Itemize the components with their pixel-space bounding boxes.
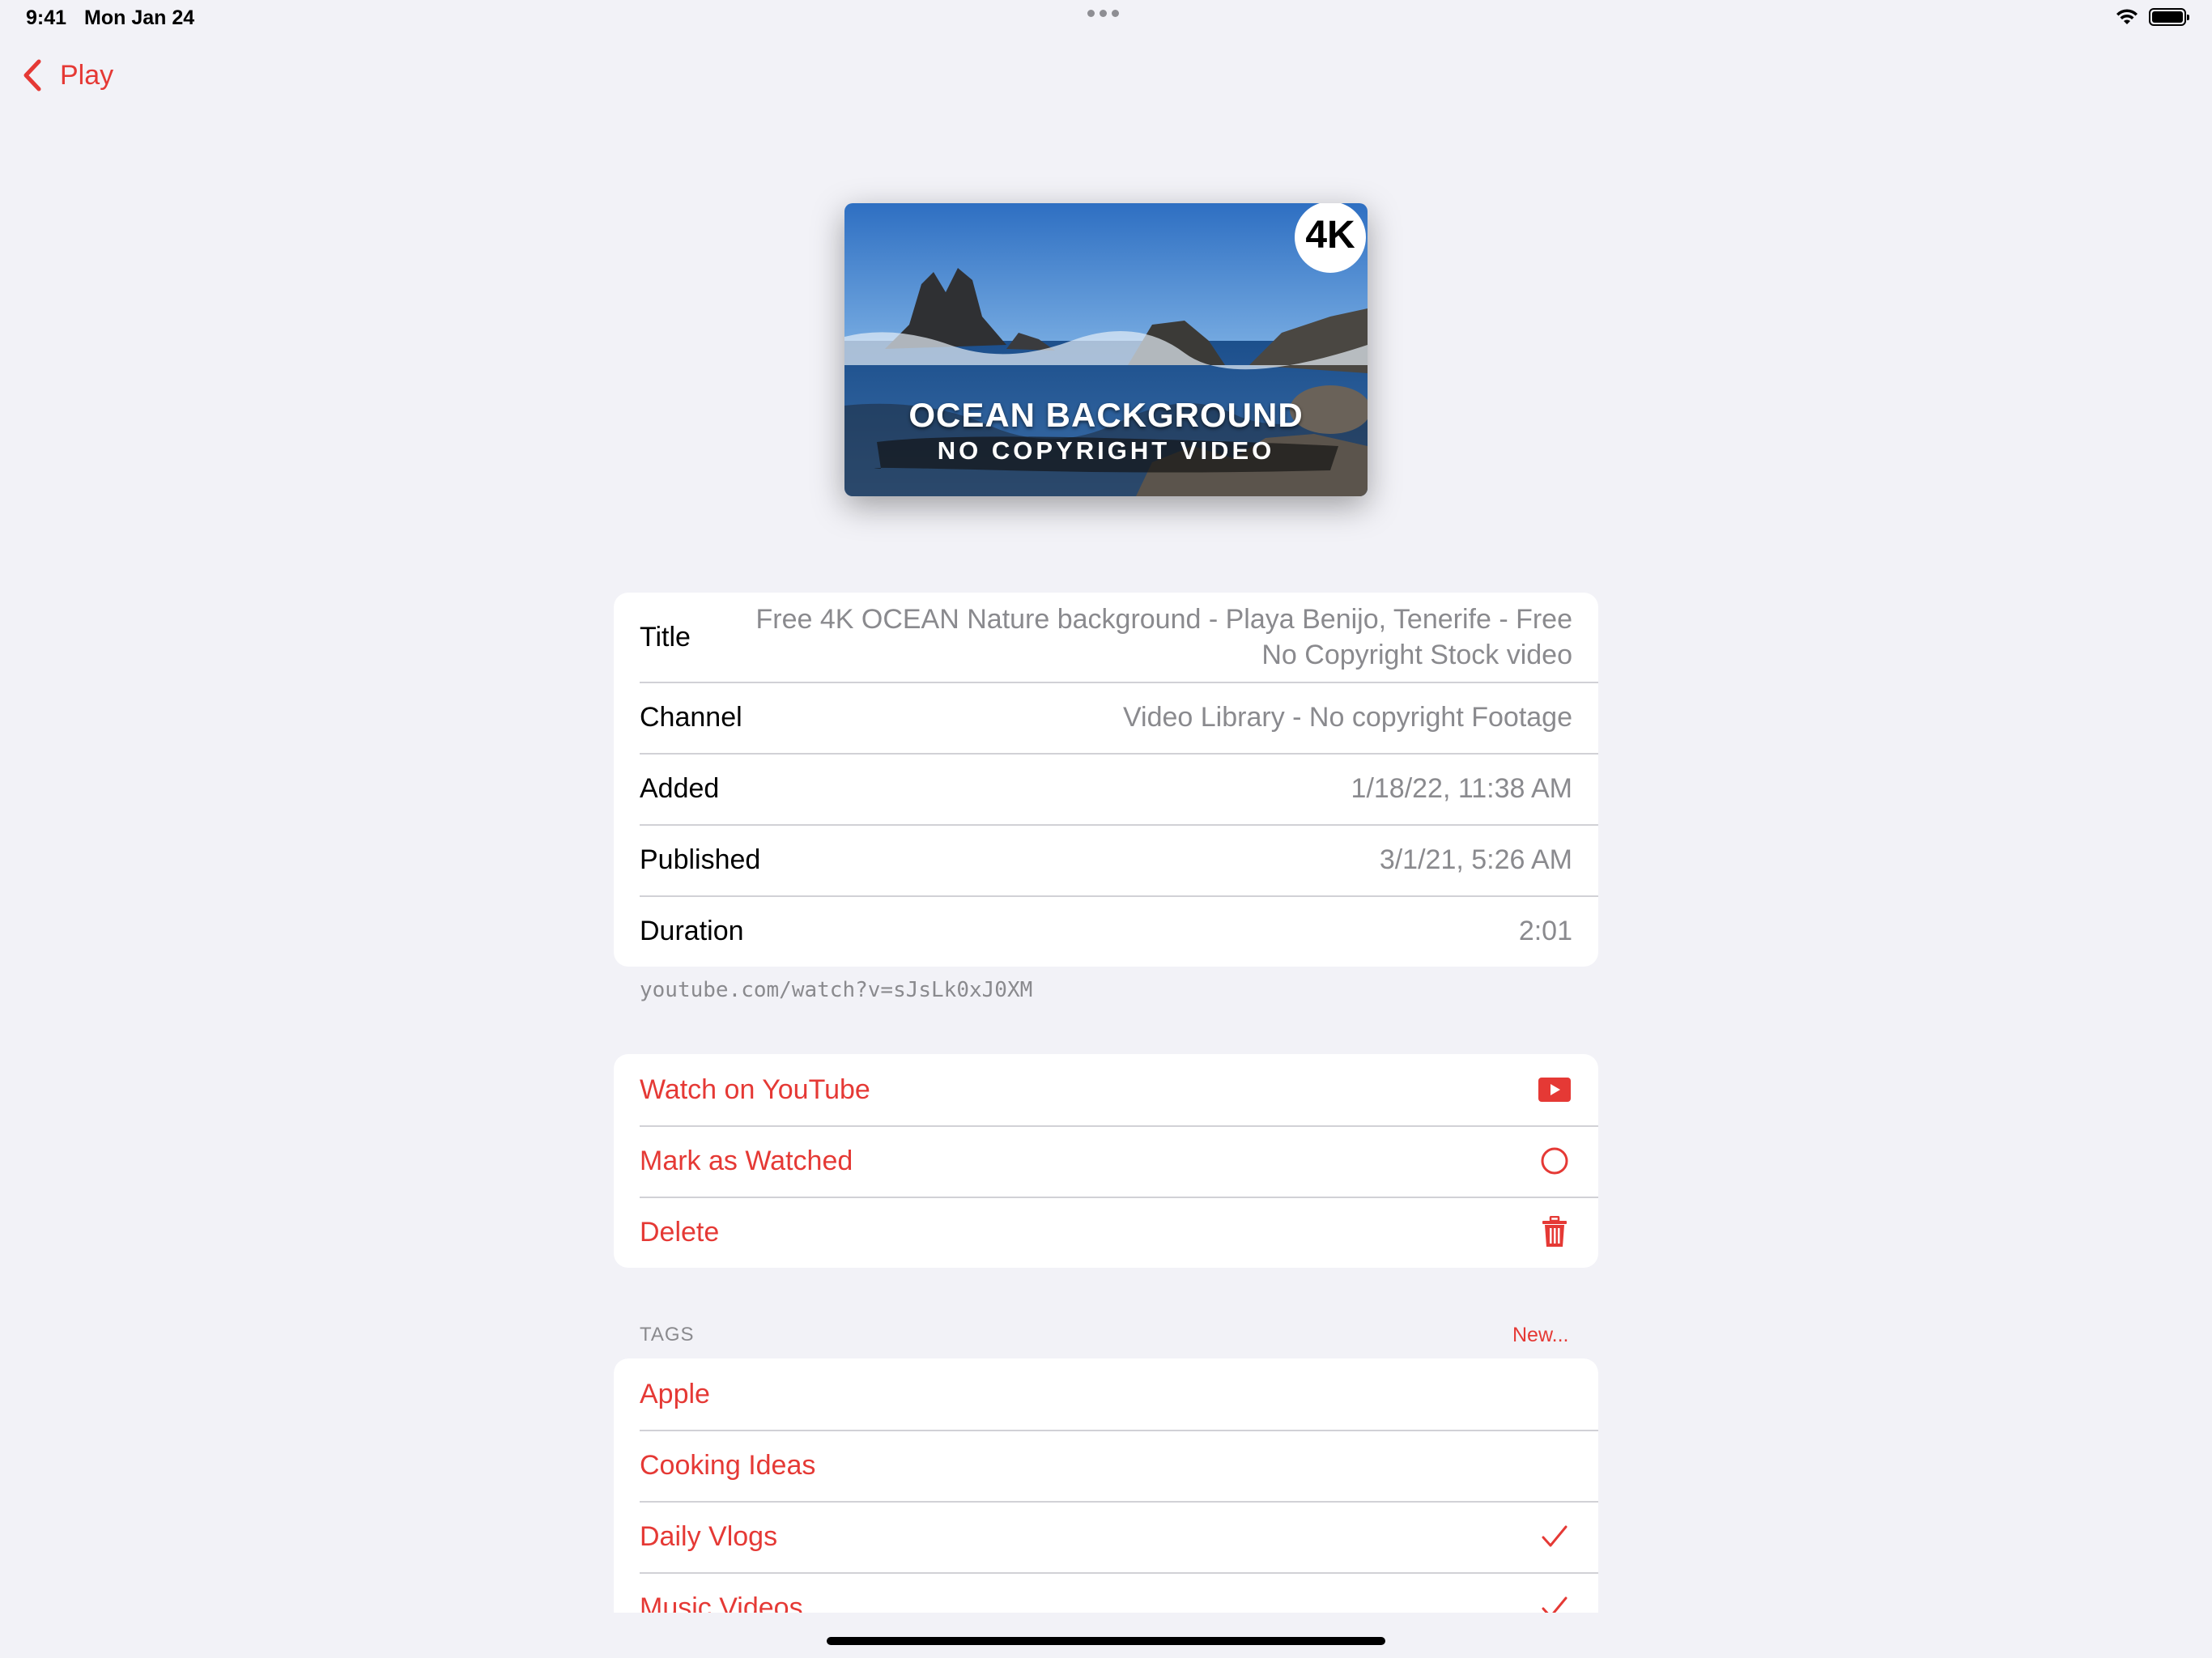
status-icons — [2115, 8, 2189, 26]
back-button[interactable]: Play — [18, 58, 113, 92]
home-indicator[interactable] — [827, 1637, 1385, 1645]
checkmark-icon — [1537, 1519, 1572, 1554]
detail-label: Published — [640, 844, 761, 875]
detail-row-added: Added 1/18/22, 11:38 AM — [614, 753, 1598, 824]
youtube-icon — [1537, 1072, 1572, 1107]
detail-value: 1/18/22, 11:38 AM — [1351, 772, 1572, 804]
multitasking-dots-icon[interactable] — [1087, 10, 1119, 17]
tags-list-viewport[interactable]: Apple Cooking Ideas Daily Vlogs Music Vi… — [614, 1358, 1598, 1613]
detail-value: Free 4K OCEAN Nature background - Playa … — [755, 604, 1572, 670]
mark-as-watched-button[interactable]: Mark as Watched — [614, 1125, 1598, 1197]
tag-label: Daily Vlogs — [640, 1520, 778, 1552]
circle-icon — [1537, 1143, 1572, 1179]
detail-label: Channel — [640, 701, 742, 733]
trash-icon — [1537, 1214, 1572, 1250]
actions-list: Watch on YouTube Mark as Watched Delete — [614, 1054, 1598, 1268]
tag-row[interactable]: Apple — [614, 1358, 1598, 1430]
video-url: youtube.com/watch?v=sJsLk0xJ0XM — [640, 978, 1033, 1002]
action-label: Delete — [640, 1216, 720, 1248]
tag-label: Cooking Ideas — [640, 1449, 816, 1481]
detail-value: Video Library - No copyright Footage — [1122, 701, 1572, 733]
thumbnail-4k-badge: 4K — [1305, 214, 1355, 257]
thumbnail-title-line: OCEAN BACKGROUND — [908, 396, 1304, 434]
battery-icon — [2149, 8, 2189, 26]
thumbnail-subtitle-line: NO COPYRIGHT VIDEO — [937, 436, 1275, 465]
detail-label: Title — [640, 621, 691, 653]
detail-row-published: Published 3/1/21, 5:26 AM — [614, 824, 1598, 895]
delete-button[interactable]: Delete — [614, 1197, 1598, 1268]
tag-row[interactable]: Music Videos — [614, 1572, 1598, 1613]
tag-row[interactable]: Daily Vlogs — [614, 1501, 1598, 1572]
checkmark-icon — [1537, 1590, 1572, 1613]
action-label: Watch on YouTube — [640, 1073, 870, 1105]
back-button-label: Play — [60, 59, 114, 91]
watch-on-youtube-button[interactable]: Watch on YouTube — [614, 1054, 1598, 1125]
action-label: Mark as Watched — [640, 1145, 853, 1176]
detail-row-channel: Channel Video Library - No copyright Foo… — [614, 682, 1598, 753]
tags-section-header: TAGS — [640, 1324, 695, 1346]
tag-label: Music Videos — [640, 1592, 803, 1613]
status-time: 9:41 — [26, 6, 67, 29]
chevron-left-icon — [23, 59, 41, 91]
detail-label: Duration — [640, 915, 744, 946]
video-details-list: Title Free 4K OCEAN Nature background - … — [614, 593, 1598, 967]
new-tag-button[interactable]: New... — [1512, 1324, 1568, 1347]
detail-row-title: Title Free 4K OCEAN Nature background - … — [614, 593, 1598, 682]
tags-list: Apple Cooking Ideas Daily Vlogs Music Vi… — [614, 1358, 1598, 1613]
detail-value: 3/1/21, 5:26 AM — [1379, 844, 1572, 875]
video-thumbnail[interactable]: OCEAN BACKGROUND NO COPYRIGHT VIDEO 4K — [844, 203, 1368, 496]
detail-row-duration: Duration 2:01 — [614, 895, 1598, 967]
wifi-icon — [2116, 9, 2138, 24]
detail-label: Added — [640, 772, 720, 804]
status-bar: 9:41 Mon Jan 24 — [0, 0, 2212, 39]
status-date: Mon Jan 24 — [84, 6, 195, 29]
detail-value: 2:01 — [1518, 915, 1572, 946]
tag-label: Apple — [640, 1378, 710, 1409]
tag-row[interactable]: Cooking Ideas — [614, 1430, 1598, 1501]
